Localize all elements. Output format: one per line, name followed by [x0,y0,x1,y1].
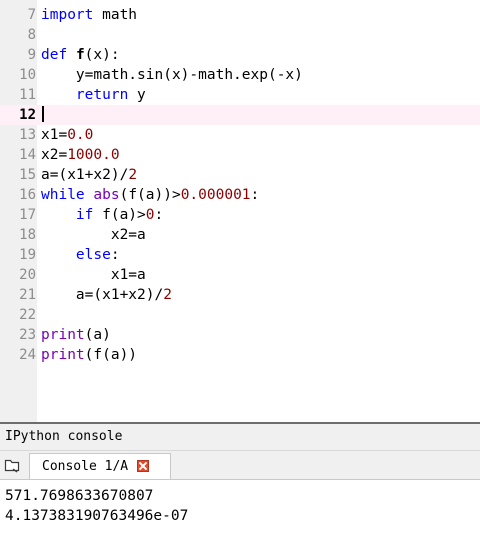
code-line[interactable]: 16 while abs(f(a))>0.000001: [0,185,480,205]
code-text: return y [75,87,146,103]
code-line[interactable]: 24 print(f(a)) [0,345,480,365]
code-line[interactable]: 23 print(a) [0,325,480,345]
folder-browse-icon[interactable] [4,457,20,473]
code-text: a=(x1+x2)/2 [41,167,138,183]
code-line[interactable]: 14 x2=1000.0 [0,145,480,165]
code-line[interactable]: 9 def f(x): [0,45,480,65]
code-text: y=math.sin(x)-math.exp(-x) [41,67,303,83]
line-number: 22 [19,307,36,323]
code-text: x1=0.0 [41,127,94,143]
line-number: 20 [19,267,36,283]
console-tab-label: Console 1/A [42,459,129,474]
code-line[interactable]: 21 a=(x1+x2)/2 [0,285,480,305]
line-number: 9 [27,47,36,63]
code-text: print(a) [41,327,111,343]
code-text: x1=a [41,267,146,283]
code-line[interactable]: 8 [0,25,480,45]
console-tab-bar: Console 1/A [0,450,480,480]
code-text: x2=1000.0 [41,147,120,163]
line-number: 17 [19,207,36,223]
code-text: if f(a)>0: [75,207,164,223]
line-number: 13 [19,127,36,143]
line-number: 23 [19,327,36,343]
code-line[interactable]: 13 x1=0.0 [0,125,480,145]
code-text: x2=a [41,227,146,243]
code-editor[interactable]: 7 import math 8 9 def f(x): 10 y=math.sin(x)-… [0,0,480,422]
line-number: 12 [19,107,36,123]
code-line[interactable]: 7 import math [0,5,480,25]
line-number: 16 [19,187,36,203]
code-text: while abs(f(a))>0.000001: [41,187,260,203]
code-line[interactable]: 11 return y [0,85,480,105]
code-line[interactable]: 20 x1=a [0,265,480,285]
line-number: 19 [19,247,36,263]
code-line[interactable]: 17 if f(a)>0: [0,205,480,225]
code-text [41,105,44,125]
line-number: 21 [19,287,36,303]
console-output[interactable]: 571.7698633670807 4.137383190763496e-07 [0,479,480,535]
line-number: 10 [19,67,36,83]
console-tab[interactable]: Console 1/A [29,453,171,480]
console-output-line: 571.7698633670807 [5,488,154,504]
code-line[interactable]: 15 a=(x1+x2)/2 [0,165,480,185]
code-line[interactable]: 19 else: [0,245,480,265]
code-text: a=(x1+x2)/2 [41,287,172,303]
line-number: 8 [27,27,36,43]
ipython-console-pane: IPython console Console 1/A 571.76986336… [0,424,480,535]
code-line[interactable]: 22 [0,305,480,325]
text-cursor [42,106,44,122]
code-line[interactable]: 18 x2=a [0,225,480,245]
line-number: 24 [19,347,36,363]
close-tab-icon[interactable] [137,460,149,472]
code-text: print(f(a)) [41,347,138,363]
line-number: 15 [19,167,36,183]
line-number: 11 [19,87,36,103]
code-line[interactable]: 12 [0,105,480,125]
code-text: def f(x): [41,47,120,63]
console-output-line: 4.137383190763496e-07 [5,508,189,524]
line-number: 14 [19,147,36,163]
code-text: import math [41,7,138,23]
code-line[interactable]: 10 y=math.sin(x)-math.exp(-x) [0,65,480,85]
line-number: 18 [19,227,36,243]
line-number: 7 [27,7,36,23]
code-text: else: [75,247,120,263]
console-pane-title: IPython console [5,429,123,444]
